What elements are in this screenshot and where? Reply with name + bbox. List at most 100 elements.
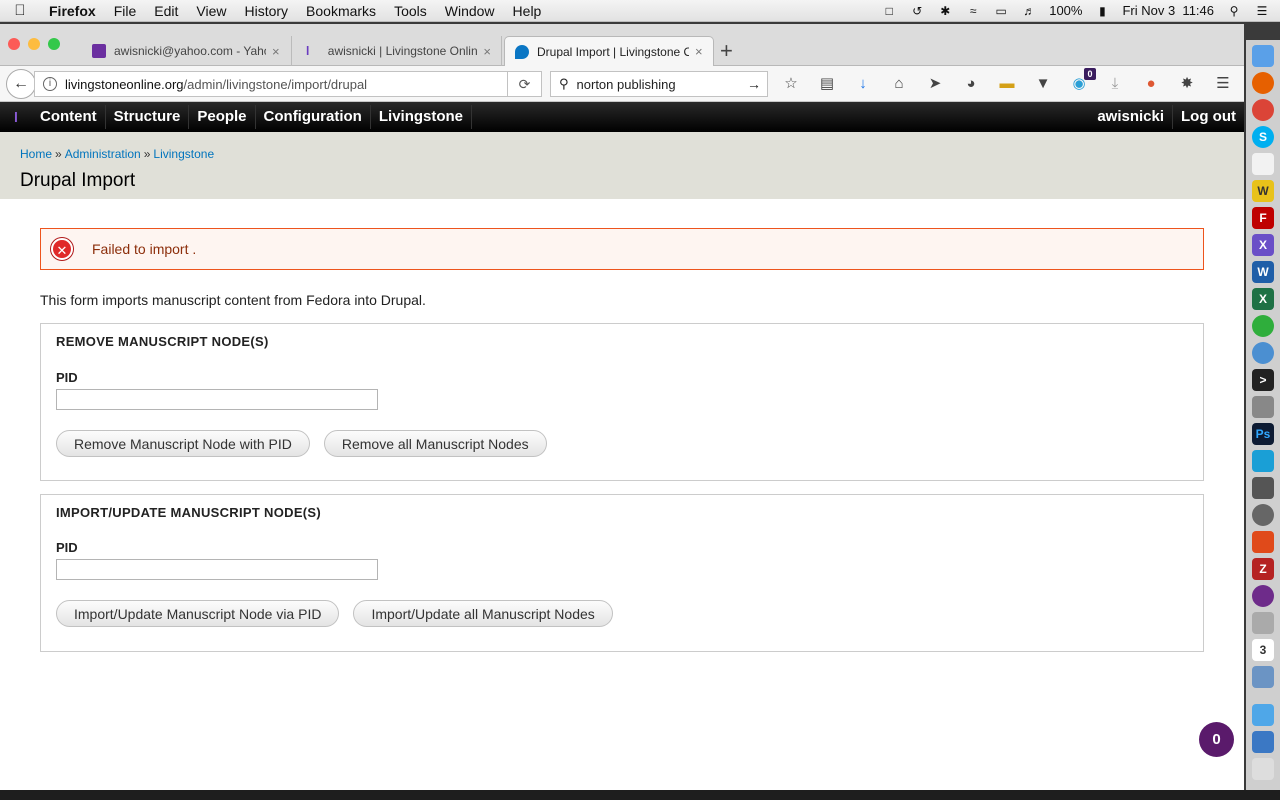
battery-icon[interactable]: ▮	[1094, 4, 1110, 18]
close-tab-icon[interactable]: ×	[272, 44, 280, 59]
acrobat-icon[interactable]	[1252, 530, 1274, 553]
shield-icon[interactable]: □	[881, 4, 897, 18]
close-tab-icon[interactable]: ×	[483, 44, 491, 59]
close-tab-icon[interactable]: ×	[695, 44, 703, 59]
notification-center-icon[interactable]: ☰	[1254, 4, 1270, 18]
sourcetree-icon[interactable]	[1252, 449, 1274, 472]
import-pid-input[interactable]	[56, 559, 378, 580]
ruler-icon[interactable]: ▬	[996, 74, 1018, 94]
url-path: /admin/livingstone/import/drupal	[183, 76, 368, 92]
x-app-icon[interactable]: X	[1252, 233, 1274, 256]
tab-yahoo-mail[interactable]: awisnicki@yahoo.com - Yaho ×	[82, 36, 292, 66]
breadcrumb-home[interactable]: Home	[20, 147, 52, 161]
new-tab-icon[interactable]: +	[720, 38, 733, 64]
trash-icon[interactable]	[1252, 758, 1274, 780]
url-domain: livingstoneonline.org	[65, 76, 184, 92]
toolbar-user[interactable]: awisnicki	[1089, 105, 1174, 129]
chrome-icon[interactable]	[1252, 98, 1274, 121]
github-icon[interactable]	[1252, 584, 1274, 607]
import-all-nodes-button[interactable]: Import/Update all Manuscript Nodes	[353, 600, 613, 627]
time-machine-icon[interactable]: ↺	[909, 4, 925, 18]
volume-icon[interactable]: ♬	[1021, 4, 1037, 18]
remove-node-with-pid-button[interactable]: Remove Manuscript Node with PID	[56, 430, 310, 457]
gimp-icon[interactable]	[1252, 476, 1274, 499]
sync-icon[interactable]	[1252, 314, 1274, 337]
menu-history[interactable]: History	[235, 3, 297, 19]
notes-icon[interactable]	[1252, 152, 1274, 175]
toolbar-logout[interactable]: Log out	[1173, 105, 1244, 129]
pocket-icon[interactable]: ▼	[1032, 74, 1054, 94]
skype-icon[interactable]: S	[1252, 125, 1274, 148]
bluetooth-icon[interactable]: ✱	[937, 4, 953, 18]
zoom-window-button[interactable]	[48, 38, 60, 50]
menu-view[interactable]: View	[187, 3, 235, 19]
toolbar-people[interactable]: People	[189, 105, 256, 129]
import-pid-label: PID	[56, 540, 78, 555]
search-input[interactable]: norton publishing	[577, 77, 676, 92]
apple-icon[interactable]: 	[0, 2, 40, 19]
hamburger-menu-icon[interactable]: ☰	[1212, 74, 1234, 94]
tab-drupal-import[interactable]: Drupal Import | Livingstone O ×	[504, 36, 714, 66]
search-go-icon[interactable]: →	[747, 76, 761, 92]
wolfram-icon[interactable]: W	[1252, 179, 1274, 202]
chat-bubble-button[interactable]: 0	[1199, 722, 1234, 757]
applications-folder-icon[interactable]	[1252, 731, 1274, 753]
wrench-icon[interactable]	[1252, 395, 1274, 418]
minimize-window-button[interactable]	[28, 38, 40, 50]
tab-livingstone-user[interactable]: l awisnicki | Livingstone Online ×	[296, 36, 502, 66]
excel-icon[interactable]: X	[1252, 287, 1274, 310]
reload-icon[interactable]: ⟳	[507, 72, 541, 96]
duckduckgo-icon[interactable]: ●	[1140, 74, 1162, 94]
extension-badge-count: 0	[1084, 68, 1096, 80]
finder-icon[interactable]	[1252, 44, 1274, 67]
breadcrumb-administration[interactable]: Administration	[65, 147, 141, 161]
spotlight-search-icon[interactable]: ⚲	[1226, 4, 1242, 18]
error-icon: ✕	[51, 238, 73, 260]
menu-tools[interactable]: Tools	[385, 3, 436, 19]
toolbar-structure[interactable]: Structure	[106, 105, 190, 129]
menu-window[interactable]: Window	[436, 3, 504, 19]
system-preferences-icon[interactable]	[1252, 503, 1274, 526]
photoshop-icon[interactable]: Ps	[1252, 422, 1274, 445]
folder-icon[interactable]	[1252, 704, 1274, 726]
menu-app-name[interactable]: Firefox	[40, 3, 105, 19]
breadcrumb-livingstone[interactable]: Livingstone	[153, 147, 214, 161]
word-icon[interactable]: W	[1252, 260, 1274, 283]
menu-edit[interactable]: Edit	[145, 3, 187, 19]
menu-file[interactable]: File	[105, 3, 146, 19]
toolbar-content[interactable]: Content	[32, 105, 106, 129]
downloads-icon[interactable]: ↓	[852, 74, 874, 94]
home-icon[interactable]: ⌂	[888, 74, 910, 94]
calendar-icon[interactable]: 3	[1252, 638, 1274, 661]
close-window-button[interactable]	[8, 38, 20, 50]
archive-icon[interactable]	[1252, 611, 1274, 634]
remove-all-nodes-button[interactable]: Remove all Manuscript Nodes	[323, 430, 547, 457]
import-node-via-pid-button[interactable]: Import/Update Manuscript Node via PID	[56, 600, 340, 627]
firefox-icon[interactable]	[1252, 71, 1274, 94]
clock[interactable]: Fri Nov 3 11:46	[1122, 3, 1214, 18]
menu-bookmarks[interactable]: Bookmarks	[297, 3, 385, 19]
site-info-icon[interactable]: i	[43, 77, 57, 91]
airplay-icon[interactable]: ▭	[993, 4, 1009, 18]
toolbar-livingstone[interactable]: Livingstone	[371, 105, 473, 129]
extension-gear-icon[interactable]: ✸	[1176, 74, 1198, 94]
history-icon[interactable]: ◕	[960, 74, 982, 94]
preview-icon[interactable]	[1252, 665, 1274, 688]
menu-help[interactable]: Help	[504, 3, 551, 19]
download-arrow-icon[interactable]: ⤓	[1104, 74, 1126, 94]
back-button[interactable]: ←	[6, 69, 36, 99]
filezilla-icon[interactable]: F	[1252, 206, 1274, 229]
livingstone-logo-icon[interactable]: l	[0, 109, 32, 125]
globe-icon[interactable]	[1252, 341, 1274, 364]
reading-list-icon[interactable]: ▤	[816, 74, 838, 94]
zotero-icon[interactable]: Z	[1252, 557, 1274, 580]
send-icon[interactable]: ➤	[924, 74, 946, 94]
extension-badge-icon[interactable]: ◉ 0	[1068, 68, 1096, 94]
wifi-icon[interactable]: ≈	[965, 4, 981, 18]
search-bar[interactable]: ⚲ norton publishing →	[550, 71, 768, 97]
remove-pid-input[interactable]	[56, 389, 378, 410]
url-bar[interactable]: i livingstoneonline.org /admin/livingsto…	[34, 71, 542, 97]
bookmark-star-icon[interactable]: ☆	[780, 74, 802, 94]
terminal-icon[interactable]: >	[1252, 368, 1274, 391]
toolbar-configuration[interactable]: Configuration	[256, 105, 371, 129]
